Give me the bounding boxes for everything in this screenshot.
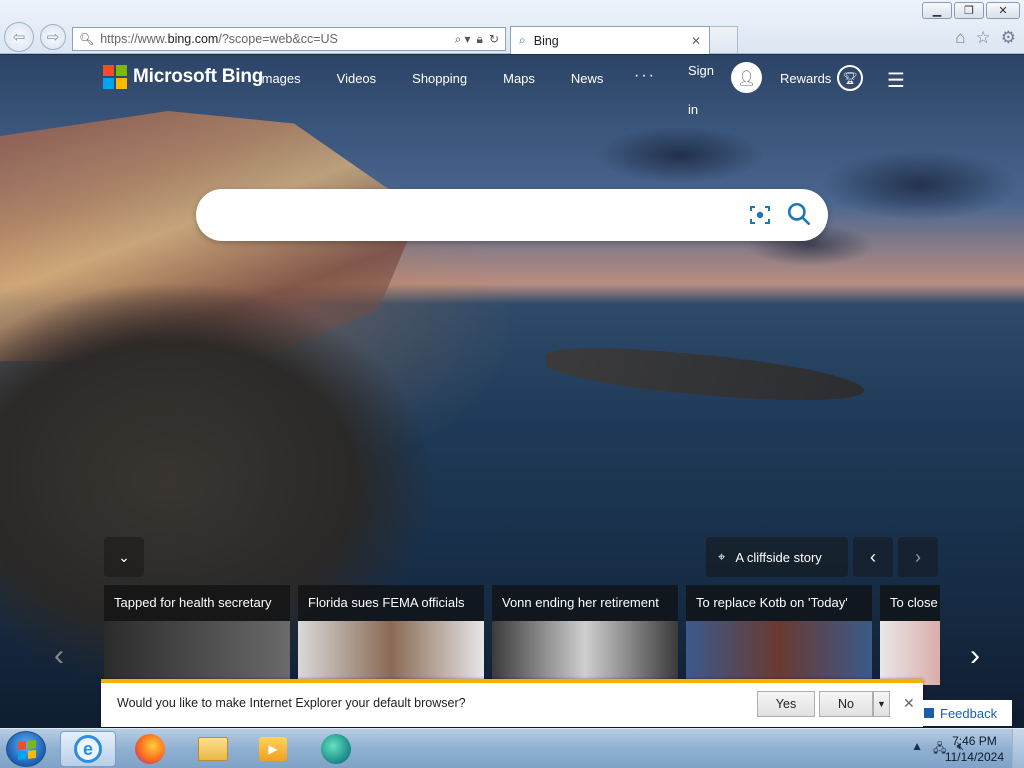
search-icon[interactable] — [786, 201, 812, 227]
options-dropdown-icon[interactable]: ▼ — [873, 691, 890, 717]
collapse-feed-button[interactable]: ⌄ — [104, 537, 144, 577]
back-arrow-icon: ⇦ — [12, 29, 26, 46]
news-caption: To close — [890, 595, 938, 610]
media-player-icon: ▶ — [259, 737, 287, 761]
close-tab-icon[interactable]: ✕ — [691, 34, 701, 48]
start-button[interactable] — [6, 731, 46, 767]
notification-message: Would you like to make Internet Explorer… — [117, 696, 466, 710]
nav-videos[interactable]: Videos — [337, 71, 377, 86]
news-card[interactable]: Vonn ending her retirement — [492, 585, 678, 685]
carousel-prev-icon[interactable]: ‹ — [54, 639, 64, 673]
chevron-down-icon: ⌄ — [118, 548, 130, 565]
show-hidden-icons-icon[interactable]: ▲ — [911, 739, 923, 760]
news-caption: Tapped for health secretary — [114, 595, 272, 610]
back-button[interactable]: ⇦ — [4, 22, 34, 52]
nav-images[interactable]: Images — [258, 71, 301, 86]
firefox-icon — [135, 734, 165, 764]
url-suffix: /?scope=web&cc=US — [218, 32, 338, 46]
favorites-star-icon[interactable]: ☆ — [976, 28, 991, 48]
bing-homepage: Microsoft Bing Images Videos Shopping Ma… — [0, 55, 1024, 728]
url-prefix: https://www. — [100, 32, 168, 46]
nav-shopping[interactable]: Shopping — [412, 71, 467, 86]
taskbar-firefox[interactable] — [122, 731, 178, 767]
previous-image-button[interactable]: ‹ — [853, 537, 893, 577]
refresh-icon[interactable]: ↻ — [489, 32, 499, 46]
news-caption: To replace Kotb on 'Today' — [696, 595, 848, 610]
news-card[interactable]: Florida sues FEMA officials — [298, 585, 484, 685]
visual-search-icon[interactable] — [748, 203, 772, 227]
yes-button[interactable]: Yes — [757, 691, 815, 717]
news-thumbnail — [298, 621, 484, 685]
news-thumbnail — [880, 621, 940, 685]
taskbar-media-player[interactable]: ▶ — [245, 731, 301, 767]
story-title: A cliffside story — [735, 549, 822, 565]
news-card[interactable]: Tapped for health secretary — [104, 585, 290, 685]
browser-chrome: ▁ ❐ ✕ ⇦ ⇨ 🔍︎ https://www.bing.com/?scope… — [0, 0, 1024, 54]
taskbar-app[interactable] — [308, 731, 364, 767]
feedback-icon — [924, 708, 934, 718]
close-window-button[interactable]: ✕ — [986, 2, 1020, 19]
more-nav-button[interactable]: ··· — [634, 67, 656, 85]
feedback-button[interactable]: Feedback — [918, 700, 1012, 726]
windows-flag-icon — [18, 740, 36, 760]
image-story-button[interactable]: ⌖ A cliffside story — [706, 537, 848, 577]
news-thumbnail — [686, 621, 872, 685]
search-dropdown-icon[interactable]: ⌕ ▾ — [454, 32, 470, 47]
default-browser-notification: Would you like to make Internet Explorer… — [101, 679, 923, 727]
nav-maps[interactable]: Maps — [503, 71, 535, 86]
minimize-button[interactable]: ▁ — [922, 2, 952, 19]
url-text[interactable]: https://www.bing.com/?scope=web&cc=US — [100, 32, 448, 46]
app-icon — [321, 734, 351, 764]
home-icon[interactable]: ⌂ — [955, 28, 965, 48]
restore-button[interactable]: ❐ — [954, 2, 984, 19]
no-button[interactable]: No — [819, 691, 873, 717]
folder-icon — [198, 737, 228, 761]
clock-date: 11/14/2024 — [944, 750, 1004, 764]
news-card[interactable]: To close — [880, 585, 940, 685]
hamburger-menu-icon[interactable]: ☰ — [887, 68, 905, 93]
close-notification-icon[interactable]: ✕ — [903, 695, 915, 712]
page-icon: 🔍︎ — [79, 32, 95, 46]
forward-arrow-icon: ⇨ — [46, 29, 60, 46]
location-pin-icon: ⌖ — [718, 549, 726, 564]
feedback-label: Feedback — [940, 705, 998, 721]
news-caption: Vonn ending her retirement — [502, 595, 659, 610]
bing-tab-icon: ⌕ — [519, 33, 526, 47]
news-thumbnail — [492, 621, 678, 685]
news-caption: Florida sues FEMA officials — [308, 595, 465, 610]
lock-icon[interactable]: 🔒︎ — [477, 32, 483, 47]
taskbar-file-explorer[interactable] — [185, 731, 241, 767]
top-nav: Images Videos Shopping Maps News — [258, 71, 639, 86]
new-tab-button[interactable] — [710, 26, 738, 54]
url-domain: bing.com — [167, 32, 219, 46]
carousel-next-icon[interactable]: › — [970, 639, 980, 673]
next-image-button[interactable]: › — [898, 537, 938, 577]
search-box — [196, 189, 828, 241]
forward-button[interactable]: ⇨ — [40, 24, 66, 50]
news-card[interactable]: To replace Kotb on 'Today' — [686, 585, 872, 685]
settings-gear-icon[interactable]: ⚙ — [1001, 28, 1016, 48]
address-bar[interactable]: 🔍︎ https://www.bing.com/?scope=web&cc=US… — [72, 27, 506, 51]
news-thumbnail — [104, 621, 290, 685]
toolbar-icons: ⌂ ☆ ⚙ — [955, 28, 1016, 48]
tab-title: Bing — [533, 33, 559, 48]
tab-bing[interactable]: ⌕ Bing ✕ — [510, 26, 710, 54]
microsoft-logo-icon — [103, 65, 127, 89]
user-avatar-icon[interactable]: 👤︎ — [731, 62, 762, 93]
clock-time: 7:46 PM — [952, 734, 997, 748]
show-desktop-button[interactable] — [1012, 729, 1024, 768]
sign-in-link[interactable]: Sign in — [688, 55, 718, 129]
internet-explorer-icon: e — [74, 735, 102, 763]
bing-logo[interactable]: Microsoft Bing — [103, 65, 263, 89]
window-controls: ▁ ❐ ✕ — [922, 2, 1020, 19]
windows-taskbar: e ▶ ▲ 🖧︎ 🔇︎ 7:46 PM 11/14/2024 — [0, 728, 1024, 768]
nav-news[interactable]: News — [571, 71, 604, 86]
clock[interactable]: 7:46 PM 11/14/2024 — [945, 733, 1004, 765]
news-carousel: Tapped for health secretary Florida sues… — [104, 585, 940, 685]
rewards-trophy-icon[interactable]: 🏆︎ — [837, 65, 863, 91]
taskbar-internet-explorer[interactable]: e — [60, 731, 116, 767]
rewards-link[interactable]: Rewards — [780, 71, 831, 86]
logo-text: Microsoft Bing — [133, 66, 264, 87]
search-input[interactable] — [220, 203, 740, 227]
